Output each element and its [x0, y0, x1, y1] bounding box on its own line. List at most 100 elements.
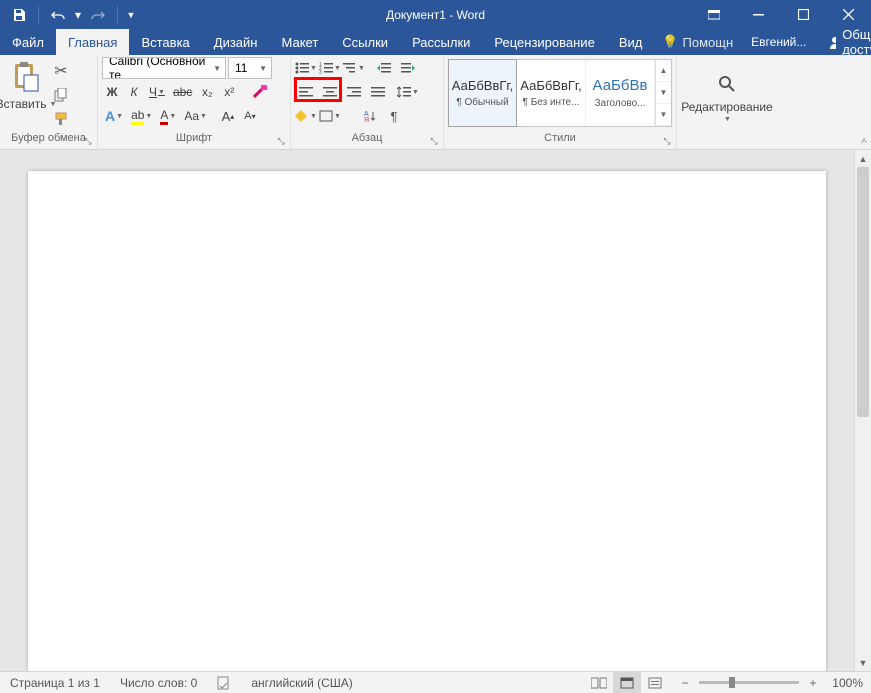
- clear-format-icon[interactable]: [249, 81, 271, 103]
- show-marks-icon[interactable]: ¶: [383, 105, 405, 127]
- view-web-icon[interactable]: [641, 672, 669, 693]
- zoom-out-icon[interactable]: −: [677, 676, 693, 690]
- italic-button[interactable]: К: [124, 81, 144, 103]
- window-controls: [691, 0, 871, 29]
- editing-button[interactable]: Редактирование ▼: [681, 57, 773, 132]
- styles-expand-icon[interactable]: ▼: [656, 104, 671, 126]
- share-button[interactable]: Общий доступ: [816, 27, 871, 57]
- scroll-up-icon[interactable]: ▲: [855, 150, 871, 167]
- text-effects-icon[interactable]: A▼: [102, 105, 126, 127]
- scroll-down-icon[interactable]: ▼: [855, 654, 871, 671]
- zoom-in-icon[interactable]: +: [805, 676, 821, 690]
- superscript-button[interactable]: x²: [219, 81, 239, 103]
- tab-view[interactable]: Вид: [607, 29, 655, 55]
- redo-icon[interactable]: [85, 2, 111, 28]
- svg-text:3: 3: [319, 70, 322, 74]
- document-area: ▲ ▼: [0, 150, 871, 671]
- decrease-indent-icon[interactable]: [373, 57, 395, 79]
- status-bar: Страница 1 из 1 Число слов: 0 английский…: [0, 671, 871, 693]
- svg-text:Я: Я: [364, 117, 369, 122]
- group-clipboard-label: Буфер обмена: [11, 132, 86, 144]
- shading-icon[interactable]: ▼: [295, 105, 317, 127]
- underline-button[interactable]: Ч▼: [146, 81, 168, 103]
- sort-icon[interactable]: AЯ: [359, 105, 381, 127]
- view-read-icon[interactable]: [585, 672, 613, 693]
- borders-icon[interactable]: ▼: [319, 105, 341, 127]
- status-proofing[interactable]: [207, 672, 241, 693]
- style-normal[interactable]: АаБбВвГг, ¶ Обычный: [448, 59, 517, 127]
- zoom-level[interactable]: 100%: [827, 676, 863, 690]
- undo-dropdown-icon[interactable]: ▾: [73, 2, 83, 28]
- share-icon: [828, 35, 836, 49]
- tab-layout[interactable]: Макет: [269, 29, 330, 55]
- group-editing: Редактирование ▼: [677, 55, 777, 149]
- justify-icon[interactable]: [367, 81, 389, 103]
- window-title: Документ1 - Word: [386, 8, 485, 22]
- scroll-thumb[interactable]: [857, 167, 869, 417]
- cut-icon[interactable]: ✂: [50, 60, 72, 82]
- zoom-thumb[interactable]: [729, 677, 735, 688]
- status-language[interactable]: английский (США): [241, 672, 362, 693]
- strike-button[interactable]: abc: [170, 81, 195, 103]
- qat-customize-icon[interactable]: ▼: [124, 2, 138, 28]
- style-heading1[interactable]: АаБбВв Заголово...: [586, 60, 655, 126]
- view-print-icon[interactable]: [613, 672, 641, 693]
- styles-scroll-up-icon[interactable]: ▲: [656, 60, 671, 82]
- paragraph-launcher-icon[interactable]: ⤡: [427, 134, 441, 148]
- bold-button[interactable]: Ж: [102, 81, 122, 103]
- tell-me[interactable]: 💡Помощн: [654, 34, 741, 50]
- style-no-spacing[interactable]: АаБбВвГг, ¶ Без инте...: [517, 60, 586, 126]
- vertical-scrollbar[interactable]: ▲ ▼: [854, 150, 871, 671]
- font-size-combo[interactable]: 11▼: [228, 57, 272, 79]
- close-icon[interactable]: [826, 0, 871, 29]
- tab-review[interactable]: Рецензирование: [482, 29, 606, 55]
- style-gallery: АаБбВвГг, ¶ Обычный АаБбВвГг, ¶ Без инте…: [448, 59, 672, 127]
- clipboard-launcher-icon[interactable]: ⤡: [81, 134, 95, 148]
- copy-icon[interactable]: [50, 84, 72, 106]
- tab-file[interactable]: Файл: [0, 29, 56, 55]
- multilevel-icon[interactable]: ▼: [343, 57, 365, 79]
- line-spacing-icon[interactable]: ▼: [397, 81, 419, 103]
- format-painter-icon[interactable]: [50, 108, 72, 130]
- undo-icon[interactable]: [45, 2, 71, 28]
- group-clipboard: Вставить▼ ✂ Буфер обмена⤡: [0, 55, 98, 149]
- user-account[interactable]: Евгений...: [741, 35, 816, 49]
- group-font: Calibri (Основной те▼ 11▼ Ж К Ч▼ abc x₂ …: [98, 55, 291, 149]
- quick-access-toolbar: ▾ ▼: [0, 2, 138, 28]
- align-center-icon[interactable]: [319, 81, 341, 103]
- increase-indent-icon[interactable]: [397, 57, 419, 79]
- tab-references[interactable]: Ссылки: [330, 29, 400, 55]
- align-right-icon[interactable]: [343, 81, 365, 103]
- ribbon-display-icon[interactable]: [691, 0, 736, 29]
- tab-home[interactable]: Главная: [56, 29, 129, 55]
- font-color-icon[interactable]: A▼: [157, 105, 179, 127]
- change-case-icon[interactable]: Aa▼: [181, 105, 210, 127]
- status-page[interactable]: Страница 1 из 1: [0, 672, 110, 693]
- paste-button[interactable]: Вставить▼: [4, 57, 48, 132]
- numbering-icon[interactable]: 123▼: [319, 57, 341, 79]
- maximize-icon[interactable]: [781, 0, 826, 29]
- font-launcher-icon[interactable]: ⤡: [274, 134, 288, 148]
- styles-launcher-icon[interactable]: ⤡: [660, 134, 674, 148]
- align-left-icon[interactable]: [295, 81, 317, 103]
- zoom-slider[interactable]: [699, 681, 799, 684]
- group-styles-label: Стили: [544, 132, 576, 144]
- save-icon[interactable]: [6, 2, 32, 28]
- highlight-icon[interactable]: ab▼: [128, 105, 155, 127]
- grow-font-icon[interactable]: A▴: [218, 105, 238, 127]
- tab-mailings[interactable]: Рассылки: [400, 29, 482, 55]
- minimize-icon[interactable]: [736, 0, 781, 29]
- shrink-font-icon[interactable]: A▾: [240, 105, 260, 127]
- group-styles: АаБбВвГг, ¶ Обычный АаБбВвГг, ¶ Без инте…: [444, 55, 677, 149]
- tab-insert[interactable]: Вставка: [129, 29, 201, 55]
- bullets-icon[interactable]: ▼: [295, 57, 317, 79]
- page[interactable]: [28, 171, 826, 671]
- group-paragraph-label: Абзац: [352, 132, 383, 144]
- font-name-combo[interactable]: Calibri (Основной те▼: [102, 57, 226, 79]
- styles-scroll-down-icon[interactable]: ▼: [656, 82, 671, 104]
- collapse-ribbon-icon[interactable]: ˄: [861, 136, 867, 147]
- subscript-button[interactable]: x₂: [197, 81, 217, 103]
- tab-design[interactable]: Дизайн: [202, 29, 270, 55]
- ribbon: Вставить▼ ✂ Буфер обмена⤡ Calibri (Основ…: [0, 55, 871, 150]
- status-words[interactable]: Число слов: 0: [110, 672, 207, 693]
